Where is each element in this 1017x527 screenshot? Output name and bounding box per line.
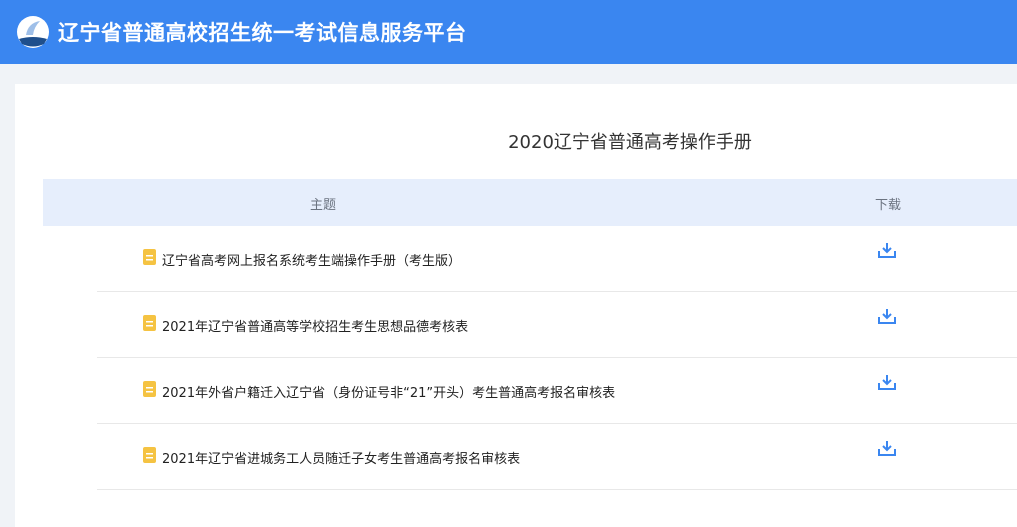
row-title[interactable]: 辽宁省高考网上报名系统考生端操作手册（考生版） bbox=[162, 250, 461, 269]
file-icon bbox=[143, 315, 156, 331]
logo-icon bbox=[17, 16, 49, 48]
table-row: 2021年外省户籍迁入辽宁省（身份证号非“21”开头）考生普通高考报名审核表 bbox=[97, 358, 1017, 424]
file-icon bbox=[143, 249, 156, 265]
row-title[interactable]: 2021年外省户籍迁入辽宁省（身份证号非“21”开头）考生普通高考报名审核表 bbox=[162, 382, 615, 401]
row-title[interactable]: 2021年辽宁省进城务工人员随迁子女考生普通高考报名审核表 bbox=[162, 448, 520, 467]
file-icon bbox=[143, 447, 156, 463]
row-title[interactable]: 2021年辽宁省普通高等学校招生考生思想品德考核表 bbox=[162, 316, 468, 335]
table-header: 主题 下载 bbox=[43, 179, 1017, 226]
table-row: 2021年辽宁省普通高等学校招生考生思想品德考核表 bbox=[97, 292, 1017, 358]
download-icon[interactable] bbox=[878, 242, 896, 258]
table-row: 辽宁省高考网上报名系统考生端操作手册（考生版） bbox=[97, 226, 1017, 292]
download-icon[interactable] bbox=[878, 308, 896, 324]
content-panel: 2020辽宁省普通高考操作手册 主题 下载 辽宁省高考网上报名系统考生端操作手册… bbox=[15, 84, 1017, 527]
column-download: 下载 bbox=[875, 198, 902, 213]
header: 辽宁省普通高校招生统一考试信息服务平台 bbox=[0, 0, 1017, 64]
page-title: 2020辽宁省普通高考操作手册 bbox=[508, 132, 752, 153]
site-title: 辽宁省普通高校招生统一考试信息服务平台 bbox=[58, 21, 467, 45]
download-icon[interactable] bbox=[878, 440, 896, 456]
column-topic: 主题 bbox=[310, 198, 337, 213]
download-icon[interactable] bbox=[878, 374, 896, 390]
file-icon bbox=[143, 381, 156, 397]
table-row: 2021年辽宁省进城务工人员随迁子女考生普通高考报名审核表 bbox=[97, 424, 1017, 490]
